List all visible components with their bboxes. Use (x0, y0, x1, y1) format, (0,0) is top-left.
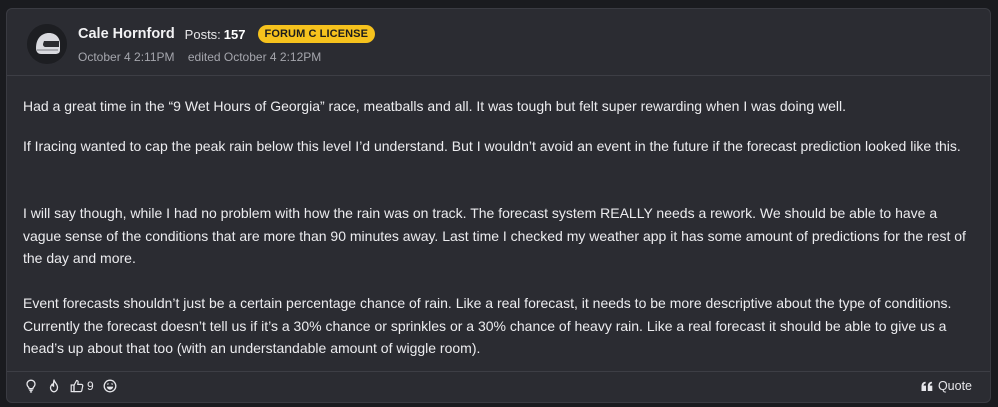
quote-icon (921, 381, 933, 391)
like-count: 9 (87, 379, 94, 393)
edited-timestamp: edited October 4 2:12PM (187, 50, 322, 64)
author-row: Cale Hornford Posts: 157 FORUM C LICENSE (78, 24, 376, 44)
funny-reaction-button[interactable] (103, 379, 117, 393)
page-background: Cale Hornford Posts: 157 FORUM C LICENSE… (0, 0, 998, 407)
fire-reaction-button[interactable] (47, 379, 61, 393)
insightful-reaction-button[interactable] (24, 379, 38, 393)
author-name[interactable]: Cale Hornford (78, 26, 175, 42)
quote-button[interactable]: Quote (921, 379, 972, 393)
reaction-bar: 9 (24, 379, 126, 393)
post-paragraph: If Iracing wanted to cap the peak rain b… (23, 138, 961, 154)
helmet-icon (27, 24, 67, 64)
quote-label: Quote (937, 379, 972, 393)
laugh-icon (103, 379, 117, 393)
post-header: Cale Hornford Posts: 157 FORUM C LICENSE… (7, 9, 990, 76)
post-footer: 9 Quote (7, 371, 990, 402)
license-badge: FORUM C LICENSE (257, 25, 376, 43)
post-paragraph: Had a great time in the “9 Wet Hours of … (23, 98, 847, 114)
posts-count: 157 (223, 26, 246, 42)
posts-label: Posts: (184, 26, 221, 42)
post-date[interactable]: October 4 2:11PM (78, 50, 175, 64)
thumbs-up-icon (70, 379, 84, 393)
forum-post: Cale Hornford Posts: 157 FORUM C LICENSE… (6, 8, 991, 403)
avatar[interactable] (27, 24, 67, 64)
post-paragraph: I will say though, while I had no proble… (23, 205, 966, 266)
lightbulb-icon (26, 379, 36, 393)
like-reaction-button[interactable]: 9 (70, 379, 94, 393)
post-paragraph: Event forecasts shouldn’t just be a cert… (23, 295, 952, 356)
post-meta: October 4 2:11PM edited October 4 2:12PM (78, 50, 321, 64)
flame-icon (49, 379, 59, 393)
